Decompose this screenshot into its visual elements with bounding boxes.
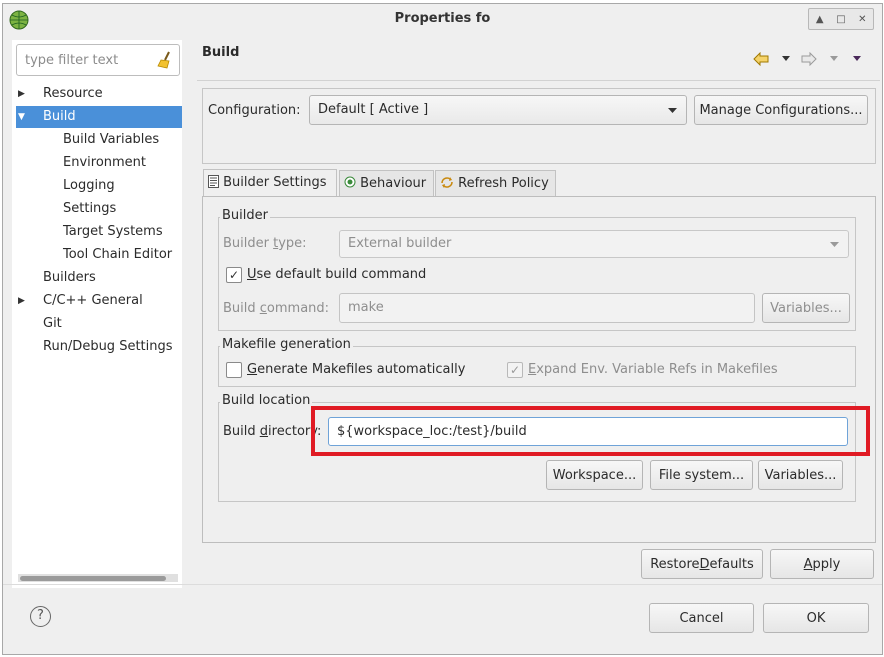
back-dropdown-icon[interactable] — [781, 55, 791, 63]
page-title: Build — [202, 45, 240, 60]
window-controls: ▲ □ ✕ — [808, 8, 874, 30]
chevron-down-icon — [668, 108, 677, 113]
view-menu-icon[interactable] — [852, 55, 862, 63]
builder-type-label: Builder type: — [223, 236, 307, 251]
expand-arrow-icon[interactable]: ▶ — [18, 83, 30, 105]
forward-arrow-icon[interactable] — [801, 52, 817, 66]
tree-item-run-debug-settings[interactable]: Run/Debug Settings — [43, 336, 173, 358]
ok-button[interactable]: OK — [763, 603, 869, 633]
tree-item-resource[interactable]: ▶ Resource — [12, 83, 182, 105]
horizontal-scrollbar[interactable] — [18, 574, 178, 582]
tab-builder-settings[interactable]: Builder Settings — [203, 169, 337, 197]
preference-tree-panel: ▶ Resource ▼ Build Build Variables Envir… — [12, 40, 182, 588]
window-title: Properties fo — [394, 11, 491, 26]
apply-button[interactable]: Apply — [770, 549, 874, 579]
tree-item-build-variables[interactable]: Build Variables — [63, 129, 159, 151]
tab-label: Behaviour — [360, 176, 427, 191]
workspace-button[interactable]: Workspace... — [546, 460, 643, 490]
properties-dialog: Properties fo ▲ □ ✕ ▶ Resource ▼ Build B… — [2, 3, 883, 655]
chevron-down-icon — [830, 242, 839, 247]
tab-label: Refresh Policy — [458, 176, 549, 191]
makefile-group-label: Makefile generation — [220, 337, 353, 353]
builder-type-combo[interactable]: External builder — [339, 230, 849, 258]
highlight-box — [311, 406, 870, 456]
file-system-button[interactable]: File system... — [650, 460, 753, 490]
expand-env-refs-checkbox[interactable]: ✓ — [507, 362, 523, 378]
builder-group-label: Builder — [220, 208, 270, 224]
behaviour-radio-icon — [344, 176, 356, 188]
clear-filter-broom-icon[interactable] — [157, 51, 173, 69]
close-button[interactable]: ✕ — [852, 9, 873, 29]
configuration-value: Default [ Active ] — [318, 102, 429, 117]
manage-configurations-button[interactable]: Manage Configurations... — [694, 95, 868, 125]
tree-item-label: Build — [43, 109, 76, 124]
tree-item-builders[interactable]: Builders — [43, 267, 96, 289]
tree-item-settings[interactable]: Settings — [63, 198, 116, 220]
configuration-label: Configuration: — [208, 103, 301, 118]
tree-item-tool-chain-editor[interactable]: Tool Chain Editor — [63, 244, 172, 266]
restore-button[interactable]: □ — [830, 9, 851, 29]
back-arrow-icon[interactable] — [753, 52, 769, 66]
expand-env-refs-label: Expand Env. Variable Refs in Makefiles — [528, 362, 778, 377]
use-default-build-command-label: Use default build command — [247, 267, 427, 282]
tab-label: Builder Settings — [223, 175, 327, 190]
tree-item-label: C/C++ General — [43, 293, 143, 308]
scrollbar-thumb[interactable] — [20, 576, 166, 581]
cancel-button[interactable]: Cancel — [649, 603, 754, 633]
tree-item-git[interactable]: Git — [43, 313, 62, 335]
expand-arrow-icon[interactable]: ▶ — [18, 290, 30, 312]
tree-item-label: Resource — [43, 86, 103, 101]
help-icon[interactable]: ? — [30, 606, 51, 627]
restore-defaults-button[interactable]: Restore Defaults — [641, 549, 763, 579]
header-separator — [197, 80, 880, 81]
build-directory-label: Build directory: — [223, 424, 322, 439]
tree-item-build[interactable]: ▼ Build — [16, 106, 182, 128]
tree-item-target-systems[interactable]: Target Systems — [63, 221, 163, 243]
builder-type-value: External builder — [348, 236, 452, 251]
filter-box — [16, 44, 180, 76]
tab-behaviour[interactable]: Behaviour — [339, 170, 434, 197]
filter-input[interactable] — [23, 49, 148, 71]
footer-separator — [3, 584, 882, 585]
builder-variables-button[interactable]: Variables... — [762, 293, 850, 323]
generate-makefiles-label: Generate Makefiles automatically — [247, 362, 466, 377]
title-bar: Properties fo ▲ □ ✕ — [3, 4, 882, 34]
build-command-label: Build command: — [223, 301, 330, 316]
tab-refresh-policy[interactable]: Refresh Policy — [435, 170, 556, 197]
use-default-build-command-checkbox[interactable]: ✓ — [226, 267, 242, 283]
collapse-arrow-icon[interactable]: ▼ — [18, 106, 30, 128]
document-icon — [208, 175, 219, 188]
build-command-field[interactable]: make — [339, 293, 755, 323]
refresh-policy-icon — [441, 177, 453, 188]
generate-makefiles-checkbox[interactable] — [226, 362, 242, 378]
tree-item-logging[interactable]: Logging — [63, 175, 115, 197]
tree-item-cpp-general[interactable]: ▶ C/C++ General — [12, 290, 182, 312]
configuration-combo[interactable]: Default [ Active ] — [309, 95, 687, 125]
maximize-button[interactable]: ▲ — [809, 9, 830, 29]
build-location-group-label: Build location — [220, 393, 313, 409]
forward-dropdown-icon[interactable] — [829, 55, 839, 63]
tree-item-environment[interactable]: Environment — [63, 152, 146, 174]
location-variables-button[interactable]: Variables... — [758, 460, 843, 490]
